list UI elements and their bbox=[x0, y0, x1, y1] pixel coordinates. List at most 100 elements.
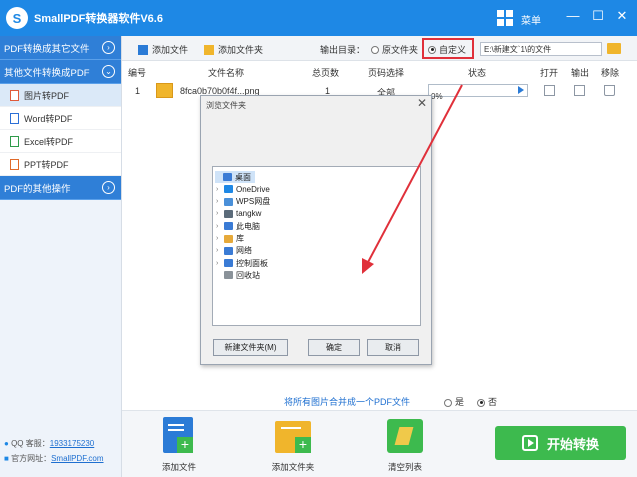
merge-option-bar: 将所有图片合并成一个PDF文件 是 否 bbox=[122, 392, 637, 408]
cancel-button[interactable]: 取消 bbox=[367, 339, 419, 356]
add-folder-big-button[interactable]: + 添加文件夹 bbox=[270, 417, 316, 473]
recycle-bin-icon bbox=[224, 271, 233, 280]
restore-button[interactable]: ☐ bbox=[589, 8, 607, 24]
open-icon[interactable] bbox=[544, 85, 555, 96]
row-index: 1 bbox=[135, 86, 141, 96]
add-file-toolbar-button[interactable]: 添加文件 bbox=[138, 43, 188, 56]
tree-item[interactable]: › 此电脑 bbox=[216, 220, 260, 232]
tree-item-label: 桌面 bbox=[235, 172, 251, 182]
add-folder-toolbar-button[interactable]: 添加文件夹 bbox=[204, 43, 263, 56]
sidebar-section-other-ops[interactable]: PDF的其他操作 › bbox=[0, 176, 121, 200]
sidebar-item-word-to-pdf[interactable]: Word转PDF bbox=[0, 107, 121, 130]
table-header: 编号 文件名称 总页数 页码选择 状态 打开 输出 移除 bbox=[122, 62, 637, 80]
column-header: 移除 bbox=[601, 68, 620, 78]
column-header: 总页数 bbox=[312, 68, 340, 78]
sidebar-item-excel-to-pdf[interactable]: Excel转PDF bbox=[0, 130, 121, 153]
menu-button[interactable]: 菜单 bbox=[521, 12, 541, 27]
home-icon: ■ bbox=[4, 454, 9, 463]
start-convert-button[interactable]: 开始转换 bbox=[495, 426, 626, 460]
sidebar-item-ppt-to-pdf[interactable]: PPT转PDF bbox=[0, 153, 121, 176]
tree-item-label: WPS网盘 bbox=[236, 197, 271, 207]
sidebar-item-image-to-pdf[interactable]: 图片转PDF bbox=[0, 84, 121, 107]
network-icon bbox=[224, 246, 233, 255]
tree-item[interactable]: 回收站 bbox=[216, 269, 260, 281]
play-icon bbox=[521, 435, 538, 451]
radio-original-folder[interactable]: 原文件夹 bbox=[371, 43, 418, 56]
sidebar-section-label: PDF的其他操作 bbox=[4, 183, 71, 195]
sidebar-footer: ● QQ 客服：1933175230 ■ 官方网址：SmallPDF.com bbox=[4, 436, 104, 466]
radio-custom-folder[interactable]: 自定义 bbox=[428, 43, 466, 56]
play-icon[interactable] bbox=[518, 86, 524, 94]
radio-icon bbox=[371, 45, 379, 54]
expand-chevron-icon[interactable]: › bbox=[216, 223, 224, 230]
sidebar-section-pdf-to-other[interactable]: PDF转换成其它文件 › bbox=[0, 36, 121, 60]
qq-link[interactable]: 1933175230 bbox=[50, 439, 95, 448]
bottom-toolbar: + 添加文件 + 添加文件夹 清空列表 开始转换 bbox=[122, 410, 637, 477]
trash-icon[interactable] bbox=[604, 85, 615, 96]
add-file-big-button[interactable]: + 添加文件 bbox=[156, 417, 202, 473]
browse-folder-dialog: 浏览文件夹 ✕ 桌面 › OneDrive › WPS网盘 › tangkw › 此电脑 › 库 › 网… bbox=[200, 95, 432, 365]
site-label: 官方网址： bbox=[11, 454, 52, 463]
start-convert-label: 开始转换 bbox=[546, 436, 599, 452]
radio-label: 是 bbox=[455, 397, 465, 407]
add-folder-label: 添加文件夹 bbox=[271, 462, 315, 472]
column-header: 状态 bbox=[468, 68, 487, 78]
tree-item[interactable]: › OneDrive bbox=[216, 183, 270, 195]
app-logo-icon: S bbox=[6, 7, 28, 29]
dialog-close-button[interactable]: ✕ bbox=[417, 96, 427, 110]
tree-item[interactable]: › WPS网盘 bbox=[216, 196, 270, 208]
new-folder-button[interactable]: 新建文件夹(M) bbox=[213, 339, 288, 356]
dialog-title: 浏览文件夹 bbox=[206, 101, 246, 110]
radio-label: 自定义 bbox=[439, 45, 467, 55]
sidebar-item-label: PPT转PDF bbox=[24, 159, 69, 170]
ppt-file-icon bbox=[10, 158, 19, 170]
excel-file-icon bbox=[10, 135, 19, 147]
column-header: 页码选择 bbox=[368, 68, 405, 78]
tree-item[interactable]: › 网络 bbox=[216, 245, 252, 257]
sidebar-section-other-to-pdf[interactable]: 其他文件转换成PDF ⌄ bbox=[0, 60, 121, 84]
site-link[interactable]: SmallPDF.com bbox=[51, 454, 103, 463]
column-header: 编号 bbox=[128, 68, 147, 78]
sidebar-item-label: Excel转PDF bbox=[24, 136, 74, 147]
tree-item-label: 回收站 bbox=[236, 270, 260, 280]
merge-radio-no[interactable]: 否 bbox=[477, 395, 497, 408]
output-path-field[interactable]: E:\新建文`1\的文件 bbox=[480, 42, 602, 56]
menu-grid-icon[interactable] bbox=[497, 10, 513, 26]
sidebar-item-label: 图片转PDF bbox=[24, 90, 70, 101]
chevron-right-icon: › bbox=[102, 41, 115, 54]
add-folder-label: 添加文件夹 bbox=[218, 45, 264, 55]
clear-list-big-button[interactable]: 清空列表 bbox=[382, 417, 428, 473]
computer-icon bbox=[224, 222, 233, 231]
output-icon[interactable] bbox=[574, 85, 585, 96]
close-button[interactable]: ✕ bbox=[613, 8, 631, 24]
minimize-button[interactable]: — bbox=[564, 8, 582, 23]
sidebar-section-label: PDF转换成其它文件 bbox=[4, 43, 90, 55]
tree-item-label: 网络 bbox=[236, 246, 252, 256]
chevron-right-icon: › bbox=[102, 181, 115, 194]
control-panel-icon bbox=[224, 259, 233, 268]
tree-item[interactable]: 桌面 bbox=[215, 171, 255, 183]
tree-item[interactable]: › tangkw bbox=[216, 208, 261, 220]
expand-chevron-icon[interactable]: › bbox=[216, 210, 224, 217]
merge-radio-yes[interactable]: 是 bbox=[444, 395, 464, 408]
expand-chevron-icon[interactable]: › bbox=[216, 260, 224, 267]
radio-icon bbox=[444, 398, 452, 407]
user-icon bbox=[224, 209, 233, 218]
expand-chevron-icon[interactable]: › bbox=[216, 247, 224, 254]
expand-chevron-icon[interactable]: › bbox=[216, 235, 224, 242]
tree-item[interactable]: › 库 bbox=[216, 233, 244, 245]
desktop-icon bbox=[223, 173, 232, 181]
radio-label: 原文件夹 bbox=[382, 45, 419, 55]
add-file-icon: + bbox=[161, 417, 197, 455]
tree-item-label: 库 bbox=[236, 234, 244, 243]
clear-list-label: 清空列表 bbox=[387, 462, 422, 472]
browse-folder-icon[interactable] bbox=[607, 43, 621, 54]
ok-button[interactable]: 确定 bbox=[308, 339, 360, 356]
expand-chevron-icon[interactable]: › bbox=[216, 186, 224, 193]
radio-icon bbox=[477, 398, 485, 407]
expand-chevron-icon[interactable]: › bbox=[216, 198, 224, 205]
tree-item[interactable]: › 控制面板 bbox=[216, 257, 268, 269]
broom-icon bbox=[387, 417, 423, 455]
qq-label: QQ 客服： bbox=[11, 439, 50, 448]
sidebar: PDF转换成其它文件 › 其他文件转换成PDF ⌄ 图片转PDF Word转PD… bbox=[0, 36, 122, 477]
